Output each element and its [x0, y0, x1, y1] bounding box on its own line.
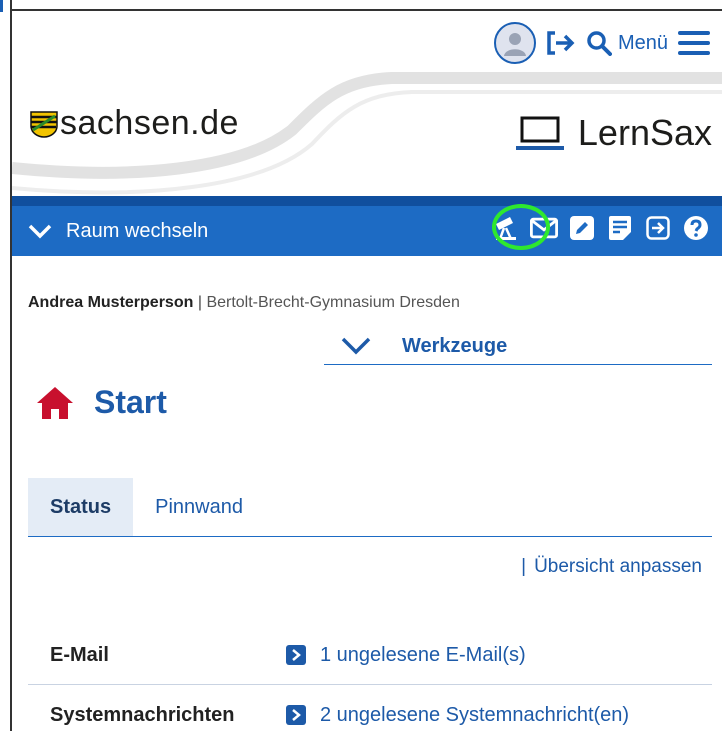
menu-label[interactable]: Menü [618, 32, 668, 55]
page-title-text: Start [94, 384, 167, 420]
status-row-label: Systemnachrichten [50, 703, 235, 726]
unread-email-text: 1 ungelesene E-Mail(s) [320, 643, 526, 666]
user-separator: | [197, 294, 202, 311]
chevron-down-icon [341, 337, 371, 355]
quick-action-icons [492, 214, 710, 242]
status-row-label: E-Mail [50, 643, 109, 666]
top-utility-bar: Menü [493, 22, 710, 64]
overview-adjust: | Übersicht anpassen [521, 556, 702, 578]
status-row-email: E-Mail 1 ungelesene E-Mail(s) [28, 626, 712, 685]
sachsen-logo-text: sachsen.de [60, 104, 239, 142]
telescope-icon[interactable] [492, 214, 520, 242]
school-name: Bertolt-Brecht-Gymnasium Dresden [206, 294, 460, 311]
lernsax-logo-text: LernSax [577, 112, 712, 153]
lernsax-logo[interactable]: LernSax [515, 112, 712, 154]
user-avatar-icon[interactable] [493, 22, 536, 64]
window-top-border [10, 9, 722, 11]
chevron-right-icon [286, 705, 306, 725]
chevron-right-icon [286, 645, 306, 665]
home-icon [37, 386, 73, 419]
room-switch-button[interactable]: Raum wechseln [28, 220, 208, 243]
logout-icon[interactable] [546, 30, 576, 56]
page-title: Start [36, 384, 167, 421]
tools-label: Werkzeuge [402, 334, 508, 357]
unread-system-messages-text: 2 ungelesene Systemnachricht(en) [320, 703, 630, 726]
sachsen-logo[interactable]: sachsen.de [30, 104, 239, 143]
user-name: Andrea Musterperson [28, 294, 194, 311]
tools-dropdown[interactable]: Werkzeuge [324, 328, 712, 365]
login-icon[interactable] [644, 214, 672, 242]
tab-bar: Status Pinnwand [28, 478, 712, 537]
room-navigation-bar: Raum wechseln [12, 196, 722, 256]
tab-pinnwand[interactable]: Pinnwand [133, 478, 265, 536]
search-icon[interactable] [586, 30, 612, 56]
unread-email-link[interactable]: 1 ungelesene E-Mail(s) [286, 644, 526, 667]
user-info-line: Andrea Musterperson | Bertolt-Brecht-Gym… [28, 294, 460, 312]
room-switch-label: Raum wechseln [66, 219, 209, 242]
tab-status[interactable]: Status [28, 478, 134, 536]
window-corner-marker [0, 0, 3, 12]
hamburger-menu-icon[interactable] [678, 30, 710, 56]
notes-icon[interactable] [606, 214, 634, 242]
status-row-system-messages: Systemnachrichten 2 ungelesene Systemnac… [28, 686, 712, 744]
mail-icon[interactable] [530, 214, 558, 242]
unread-system-messages-link[interactable]: 2 ungelesene Systemnachricht(en) [286, 704, 629, 727]
chevron-down-icon [28, 224, 52, 239]
help-icon[interactable] [682, 214, 710, 242]
edit-icon[interactable] [568, 214, 596, 242]
laptop-icon [515, 116, 564, 150]
overview-separator: | [521, 556, 527, 577]
saxony-coat-of-arms-icon [30, 110, 58, 138]
adjust-overview-link[interactable]: Übersicht anpassen [534, 556, 702, 577]
